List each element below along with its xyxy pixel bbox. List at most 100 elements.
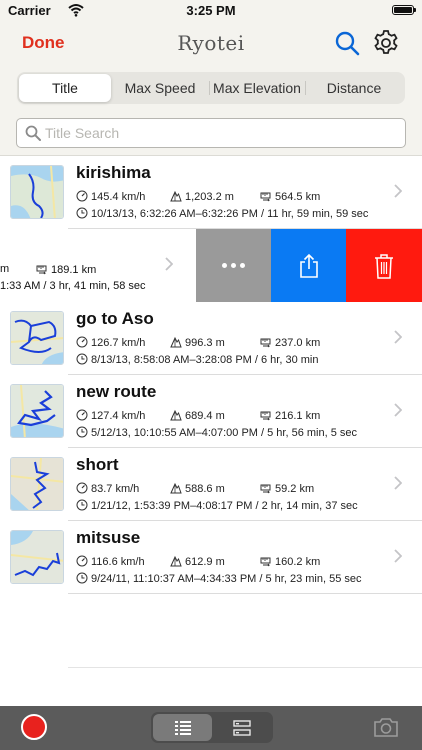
chevron-right-icon xyxy=(165,257,173,271)
max-elevation: 996.3 m xyxy=(185,337,225,349)
distance-icon xyxy=(260,557,271,567)
route-date: 1:33 AM / 3 hr, 41 min, 58 sec xyxy=(0,280,146,292)
route-stats: m 189.1 km xyxy=(0,263,96,276)
route-list: kirishima 145.4 km/h 1,203.2 m 564.5 km … xyxy=(0,156,422,706)
speedometer-icon xyxy=(76,482,88,494)
route-title: short xyxy=(76,455,119,474)
speedometer-icon xyxy=(76,409,88,421)
max-speed: 126.7 km/h xyxy=(91,337,146,349)
distance: 216.1 km xyxy=(275,410,321,422)
max-speed: 145.4 km/h xyxy=(91,191,146,203)
clock-icon xyxy=(76,207,88,219)
max-elevation: 588.6 m xyxy=(185,483,225,495)
navigation-bar: Done Ryotei xyxy=(0,22,422,66)
list-view-button[interactable] xyxy=(153,714,212,741)
route-title: new route xyxy=(76,382,157,401)
max-elevation: 689.4 m xyxy=(185,410,225,422)
route-row-swiped[interactable]: m 189.1 km 1:33 AM / 3 hr, 41 min, 58 se… xyxy=(0,229,422,302)
battery-icon xyxy=(392,5,416,15)
date-range: 10/13/13, 6:32:26 AM–6:32:26 PM / 11 hr,… xyxy=(91,208,369,220)
magnifier-icon xyxy=(25,125,41,141)
distance-icon xyxy=(260,192,271,202)
speedometer-icon xyxy=(76,336,88,348)
max-elevation: 612.9 m xyxy=(185,556,225,568)
route-map-thumbnail xyxy=(10,457,64,511)
route-date: 1/21/12, 1:53:39 PM–4:08:17 PM / 2 hr, 1… xyxy=(76,499,358,513)
date-range: 9/24/11, 11:10:37 AM–4:34:33 PM / 5 hr, … xyxy=(91,573,362,585)
route-row-kirishima[interactable]: kirishima 145.4 km/h 1,203.2 m 564.5 km … xyxy=(0,156,422,229)
detail-list-icon xyxy=(232,719,251,736)
route-row-go-to-aso[interactable]: go to Aso 126.7 km/h 996.3 m 237.0 km 8/… xyxy=(0,302,422,375)
sort-tab-max-speed[interactable]: Max Speed xyxy=(111,74,209,102)
date-range: 8/13/13, 8:58:08 AM–3:28:08 PM / 6 hr, 3… xyxy=(91,354,319,366)
distance: 160.2 km xyxy=(275,556,321,568)
mountain-icon xyxy=(170,555,182,567)
max-speed: 116.6 km/h xyxy=(91,556,145,568)
distance: 237.0 km xyxy=(275,337,321,349)
title-search-input[interactable] xyxy=(45,123,395,143)
share-icon xyxy=(299,253,318,278)
view-mode-control xyxy=(151,712,273,743)
chevron-right-icon xyxy=(394,330,402,344)
mountain-icon xyxy=(170,482,182,494)
divider xyxy=(68,667,422,668)
clock: 3:25 PM xyxy=(186,3,236,18)
route-title: go to Aso xyxy=(76,309,154,328)
route-map-thumbnail xyxy=(10,165,64,219)
sort-tab-max-elevation[interactable]: Max Elevation xyxy=(209,74,305,102)
route-title: mitsuse xyxy=(76,528,141,547)
speedometer-icon xyxy=(76,190,88,202)
sort-bar: Title Max Speed Max Elevation Distance xyxy=(0,66,422,176)
status-bar: Carrier 3:25 PM xyxy=(0,0,422,22)
max-elevation: 1,203.2 m xyxy=(185,191,234,203)
distance-icon xyxy=(260,484,271,494)
date-range: 1/21/12, 1:53:39 PM–4:08:17 PM / 2 hr, 1… xyxy=(91,500,358,512)
sort-tab-title[interactable]: Title xyxy=(19,74,111,102)
distance: 59.2 km xyxy=(275,483,315,495)
route-map-thumbnail xyxy=(10,311,64,365)
sort-tab-distance[interactable]: Distance xyxy=(305,74,403,102)
route-row-content[interactable]: m 189.1 km 1:33 AM / 3 hr, 41 min, 58 se… xyxy=(0,229,196,302)
share-action-button[interactable] xyxy=(271,229,346,302)
detail-view-button[interactable] xyxy=(212,714,271,741)
distance-icon xyxy=(260,411,271,421)
distance: 189.1 km xyxy=(51,264,97,276)
record-icon[interactable] xyxy=(21,714,47,740)
route-row-new-route[interactable]: new route 127.4 km/h 689.4 m 216.1 km 5/… xyxy=(0,375,422,448)
distance-icon xyxy=(36,265,47,275)
route-date: 10/13/13, 6:32:26 AM–6:32:26 PM / 11 hr,… xyxy=(76,207,368,221)
route-row-mitsuse[interactable]: mitsuse 116.6 km/h 612.9 m 160.2 km 9/24… xyxy=(0,521,422,594)
mountain-icon xyxy=(170,336,182,348)
mountain-icon xyxy=(170,409,182,421)
sort-segmented-control: Title Max Speed Max Elevation Distance xyxy=(17,72,405,104)
max-speed: 83.7 km/h xyxy=(91,483,140,495)
search-icon[interactable] xyxy=(334,30,360,56)
speedometer-icon xyxy=(76,555,88,567)
more-action-button[interactable] xyxy=(196,229,271,302)
chevron-right-icon xyxy=(394,403,402,417)
date-range: 5/12/13, 10:10:55 AM–4:07:00 PM / 5 hr, … xyxy=(91,427,358,439)
route-map-thumbnail xyxy=(10,530,64,584)
clock-icon xyxy=(76,572,88,584)
search-bar xyxy=(0,110,422,156)
route-map-thumbnail xyxy=(10,384,64,438)
chevron-right-icon xyxy=(394,549,402,563)
route-date: 9/24/11, 11:10:37 AM–4:34:33 PM / 5 hr, … xyxy=(76,572,362,586)
delete-action-button[interactable] xyxy=(346,229,422,302)
trash-icon xyxy=(375,253,393,279)
camera-icon[interactable] xyxy=(373,716,399,738)
chevron-right-icon xyxy=(394,476,402,490)
bottom-toolbar xyxy=(0,706,422,750)
chevron-right-icon xyxy=(394,184,402,198)
mountain-icon xyxy=(170,190,182,202)
route-date: 8/13/13, 8:58:08 AM–3:28:08 PM / 6 hr, 3… xyxy=(76,353,318,367)
route-row-short[interactable]: short 83.7 km/h 588.6 m 59.2 km 1/21/12,… xyxy=(0,448,422,521)
list-icon xyxy=(174,720,191,735)
max-elevation: m xyxy=(0,263,10,275)
gear-icon[interactable] xyxy=(372,29,400,57)
distance: 564.5 km xyxy=(275,191,321,203)
clock-icon xyxy=(76,499,88,511)
max-speed: 127.4 km/h xyxy=(91,410,146,422)
search-field[interactable] xyxy=(16,118,406,148)
route-title: kirishima xyxy=(76,163,151,182)
